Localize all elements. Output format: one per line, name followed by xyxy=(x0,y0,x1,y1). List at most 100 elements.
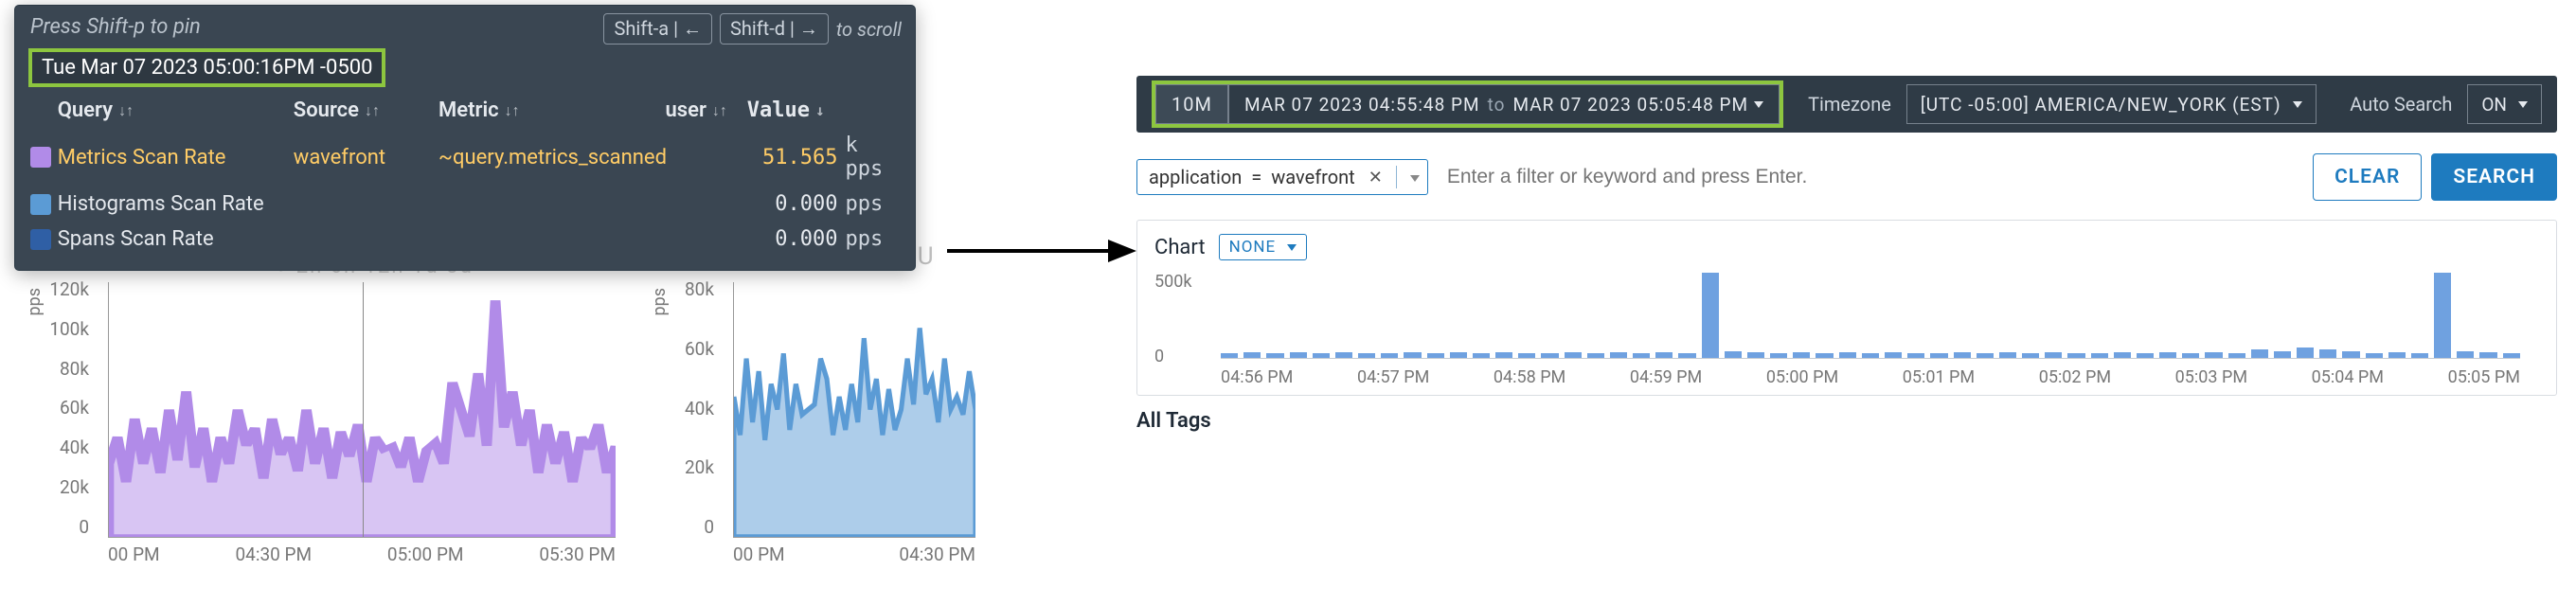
row-metric: ~query.metrics_scanned xyxy=(438,146,665,169)
bar xyxy=(2067,353,2084,358)
bar xyxy=(1266,353,1283,358)
bar xyxy=(2366,353,2383,358)
bar xyxy=(2182,353,2199,358)
range-to: MAR 07 2023 05:05:48 PM xyxy=(1512,94,1748,116)
trace-chart-card: Chart NONE 500k 0 04:56 PM04:57 PM04:58 … xyxy=(1136,220,2557,396)
bar xyxy=(1221,353,1238,358)
row-unit: pps xyxy=(838,227,900,251)
bar xyxy=(1633,353,1650,358)
bar xyxy=(1313,353,1330,358)
y-axis-title: pps xyxy=(650,288,670,316)
row-value: 51.565 xyxy=(747,146,838,169)
filter-input[interactable] xyxy=(1445,165,2296,189)
bar xyxy=(2342,351,2359,358)
col-user[interactable]: user xyxy=(666,98,707,122)
chart-card-title: Chart xyxy=(1154,236,1206,259)
chip-dropdown-icon[interactable] xyxy=(1396,166,1420,188)
autosearch-label: Auto Search xyxy=(2350,93,2452,116)
row-source: wavefront xyxy=(294,146,438,169)
bar xyxy=(2274,351,2291,358)
sort-icon: ↓↑ xyxy=(118,101,134,120)
bar xyxy=(2159,352,2176,358)
bar-y-zero: 0 xyxy=(1154,347,1164,366)
filter-row: application = wavefront ✕ CLEAR SEARCH xyxy=(1136,153,2557,201)
bar xyxy=(1999,352,2016,358)
bar xyxy=(2045,352,2062,358)
series-swatch xyxy=(30,147,51,168)
key-shift-d: Shift-d | → xyxy=(720,13,829,45)
key-shift-a: Shift-a | ← xyxy=(603,13,711,45)
range-dropdown[interactable]: MAR 07 2023 04:55:48 PM to MAR 07 2023 0… xyxy=(1228,84,1780,124)
bar xyxy=(1427,353,1444,358)
bar xyxy=(2205,352,2222,358)
bar xyxy=(2434,273,2451,358)
row-query: Spans Scan Rate xyxy=(58,227,294,251)
y-axis-title: pps xyxy=(25,288,45,316)
arrow-icon xyxy=(947,223,1136,279)
bar xyxy=(1565,352,1582,358)
row-unit: pps xyxy=(838,192,900,216)
mini-chart-histograms: pps 80k60k40k20k0 00 PM04:30 PM xyxy=(653,278,975,572)
chip-key: application xyxy=(1149,166,1242,188)
bar xyxy=(1541,353,1558,358)
bar xyxy=(1862,353,1879,358)
mini-chart-metrics: pps 120k100k80k60k40k20k0 00 PM04:30 PM0… xyxy=(28,278,616,572)
bar xyxy=(1954,352,1971,358)
bar xyxy=(1381,353,1398,358)
bar xyxy=(1907,353,1924,358)
tooltip-timestamp: Tue Mar 07 2023 05:00:16PM -0500 xyxy=(28,48,385,87)
bar xyxy=(1450,352,1467,358)
bar xyxy=(1655,352,1673,358)
bar xyxy=(1885,352,1902,358)
bar xyxy=(2091,353,2108,358)
range-preset-button[interactable]: 10M xyxy=(1155,84,1228,124)
bar-y-max: 500k xyxy=(1154,272,1191,292)
chip-remove-icon[interactable]: ✕ xyxy=(1365,168,1386,187)
sort-icon: ↓ xyxy=(815,101,825,119)
autosearch-toggle[interactable]: ON xyxy=(2467,84,2542,124)
col-query[interactable]: Query xyxy=(58,98,113,122)
bar xyxy=(1610,352,1627,358)
left-mini-charts: pps 120k100k80k60k40k20k0 00 PM04:30 PM0… xyxy=(28,278,975,572)
bar xyxy=(2114,352,2131,358)
search-button[interactable]: SEARCH xyxy=(2431,153,2557,201)
range-from: MAR 07 2023 04:55:48 PM xyxy=(1244,94,1480,116)
bar xyxy=(1702,273,1719,358)
chart-mode-dropdown[interactable]: NONE xyxy=(1219,234,1308,260)
tooltip-row: Histograms Scan Rate0.000pps xyxy=(30,187,900,222)
row-value: 0.000 xyxy=(747,192,838,216)
col-source[interactable]: Source xyxy=(294,98,359,122)
bar xyxy=(1473,353,1490,358)
bar xyxy=(2411,353,2428,358)
bar xyxy=(1793,352,1810,358)
tooltip-scroll-hint: Shift-a | ← Shift-d | → to scroll xyxy=(603,13,902,45)
filter-chip-application[interactable]: application = wavefront ✕ xyxy=(1136,159,1428,195)
row-unit: k pps xyxy=(838,134,900,181)
timezone-dropdown[interactable]: [UTC -05:00] AMERICA/NEW_YORK (EST) xyxy=(1906,84,2317,124)
bar xyxy=(2137,353,2154,358)
bar xyxy=(1358,353,1375,358)
row-query: Metrics Scan Rate xyxy=(58,146,294,169)
series-swatch xyxy=(30,194,51,215)
bar xyxy=(1770,353,1787,358)
row-value: 0.000 xyxy=(747,227,838,251)
clear-button[interactable]: CLEAR xyxy=(2313,153,2422,201)
bar xyxy=(1816,353,1833,358)
time-range-highlight: 10M MAR 07 2023 04:55:48 PM to MAR 07 20… xyxy=(1152,80,1783,128)
bar xyxy=(1290,352,1307,358)
chip-eq: = xyxy=(1251,166,1261,188)
all-tags-heading: All Tags xyxy=(1136,409,2557,433)
bar xyxy=(2479,352,2496,358)
col-metric[interactable]: Metric xyxy=(438,98,499,122)
col-value[interactable]: Value xyxy=(747,98,810,122)
bar xyxy=(2388,352,2406,358)
bar xyxy=(1839,352,1856,358)
bar xyxy=(2457,351,2474,358)
tooltip-row: Metrics Scan Ratewavefront~query.metrics… xyxy=(30,128,900,187)
bar xyxy=(2297,348,2314,358)
sort-icon: ↓↑ xyxy=(712,101,727,120)
hover-tooltip-panel: Shift-a | ← Shift-d | → to scroll Press … xyxy=(14,5,916,271)
trace-browser-panel: 10M MAR 07 2023 04:55:48 PM to MAR 07 20… xyxy=(1136,76,2557,433)
bar xyxy=(1243,352,1261,358)
bar xyxy=(2022,353,2039,358)
